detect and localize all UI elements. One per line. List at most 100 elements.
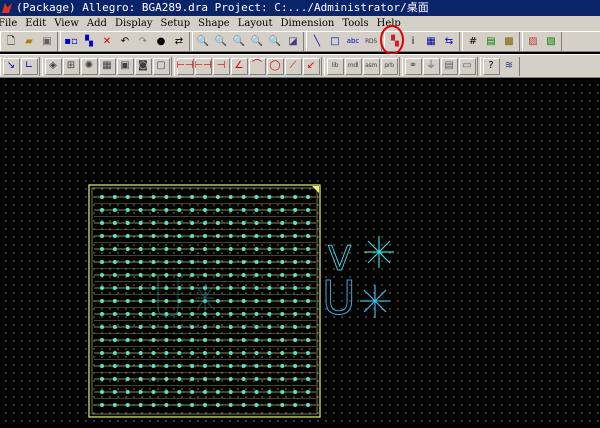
bga-pad[interactable] [138,364,143,368]
label-refdes-button[interactable]: RDS [363,33,380,50]
bga-pad[interactable] [112,208,117,212]
bga-pad[interactable] [164,247,169,251]
save-button[interactable]: ▣ [39,33,56,50]
bga-pad[interactable] [215,273,220,277]
add-text-button[interactable]: abc [345,33,362,50]
bga-pad[interactable] [164,338,169,342]
bga-pad[interactable] [215,312,220,316]
bga-pad[interactable] [138,312,143,316]
bga-pad[interactable] [306,208,310,212]
bga-pad[interactable] [241,247,246,251]
bga-pad[interactable] [306,260,310,264]
bga-pad[interactable] [151,273,156,277]
bga-pad[interactable] [203,234,207,238]
mdl-button[interactable]: mdl [344,57,362,75]
bga-pad[interactable] [215,208,220,212]
bga-pad[interactable] [267,325,272,329]
bga-pad[interactable] [228,351,233,355]
bga-pad[interactable] [280,195,285,199]
component-button[interactable]: ◈ [44,57,62,75]
via-button[interactable]: ◙ [134,57,152,75]
bga-pad[interactable] [293,312,298,316]
bga-pad[interactable] [177,364,182,368]
bga-pad[interactable] [138,221,143,225]
bga-pad[interactable] [164,403,169,407]
bga-pad[interactable] [215,286,220,290]
bga-pad[interactable] [151,377,156,381]
bga-pad[interactable] [151,195,156,199]
bga-pad[interactable] [177,338,182,342]
bga-pad[interactable] [280,260,285,264]
bga-pad[interactable] [151,221,156,225]
bga-pad[interactable] [151,390,156,394]
bga-pad[interactable] [177,351,182,355]
bga-pad[interactable] [125,325,130,329]
bga-pad[interactable] [164,234,169,238]
bga-pad[interactable] [280,234,285,238]
menu-shape[interactable]: Shape [194,18,234,29]
bga-pad[interactable] [267,273,272,277]
bga-pad[interactable] [190,195,195,199]
bga-pad[interactable] [228,286,233,290]
dim-linear-button[interactable]: ⊢⊣ [176,57,194,75]
bga-pad[interactable] [306,312,310,316]
bga-pad[interactable] [100,260,104,264]
bga-pad[interactable] [241,364,246,368]
bga-pad[interactable] [100,286,104,290]
bga-pad[interactable] [241,351,246,355]
bga-pad[interactable] [125,221,130,225]
bga-pad[interactable] [267,208,272,212]
bga-pad[interactable] [267,234,272,238]
bga-pad[interactable] [228,195,233,199]
bga-pad[interactable] [138,338,143,342]
bga-pad[interactable] [267,403,272,407]
bga-pad[interactable] [164,286,169,290]
bga-pad[interactable] [164,364,169,368]
bga-pad[interactable] [254,312,259,316]
menu-display[interactable]: Display [111,18,157,29]
bga-pad[interactable] [293,325,298,329]
bga-pad[interactable] [100,299,104,303]
bga-pad[interactable] [203,247,207,251]
bga-pad[interactable] [293,403,298,407]
bga-pad[interactable] [254,338,259,342]
bga-pad[interactable] [164,208,169,212]
bga-pad[interactable] [215,299,220,303]
bga-pad[interactable] [100,234,104,238]
pkg-button[interactable]: ⚭ [404,57,422,75]
bga-pad[interactable] [241,403,246,407]
bga-pad[interactable] [293,221,298,225]
bga-pad[interactable] [100,403,104,407]
bga-pad[interactable] [203,260,207,264]
bga-pad[interactable] [125,260,130,264]
db-button[interactable]: ▭ [458,57,476,75]
bga-pad[interactable] [177,195,182,199]
bga-pad[interactable] [125,377,130,381]
asm-button[interactable]: asm [362,57,380,75]
bga-pad[interactable] [215,195,220,199]
bga-pad[interactable] [151,364,156,368]
bga-pad[interactable] [306,221,310,225]
bga-pad[interactable] [203,377,207,381]
bga-pad[interactable] [228,338,233,342]
lib-button[interactable]: lib [326,57,344,75]
vertex-button[interactable]: ∟ [20,57,38,75]
bga-pad[interactable] [112,325,117,329]
bga-pad[interactable] [190,260,195,264]
layout-button[interactable]: ▤ [440,57,458,75]
bga-pad[interactable] [215,260,220,264]
bga-pad[interactable] [177,273,182,277]
bga-pad[interactable] [280,390,285,394]
bga-pad[interactable] [138,390,143,394]
bga-pad[interactable] [125,247,130,251]
bga-pad[interactable] [203,312,207,316]
pad-button[interactable]: ⊞ [62,57,80,75]
menu-file[interactable]: File [0,18,21,29]
undo-button[interactable]: ↶ [117,33,134,50]
bga-pad[interactable] [306,364,310,368]
bga-pad[interactable] [151,338,156,342]
bga-pad[interactable] [241,390,246,394]
stamp-button[interactable]: ⏚ [422,57,440,75]
menu-setup[interactable]: Setup [157,18,195,29]
bga-pad[interactable] [190,312,195,316]
